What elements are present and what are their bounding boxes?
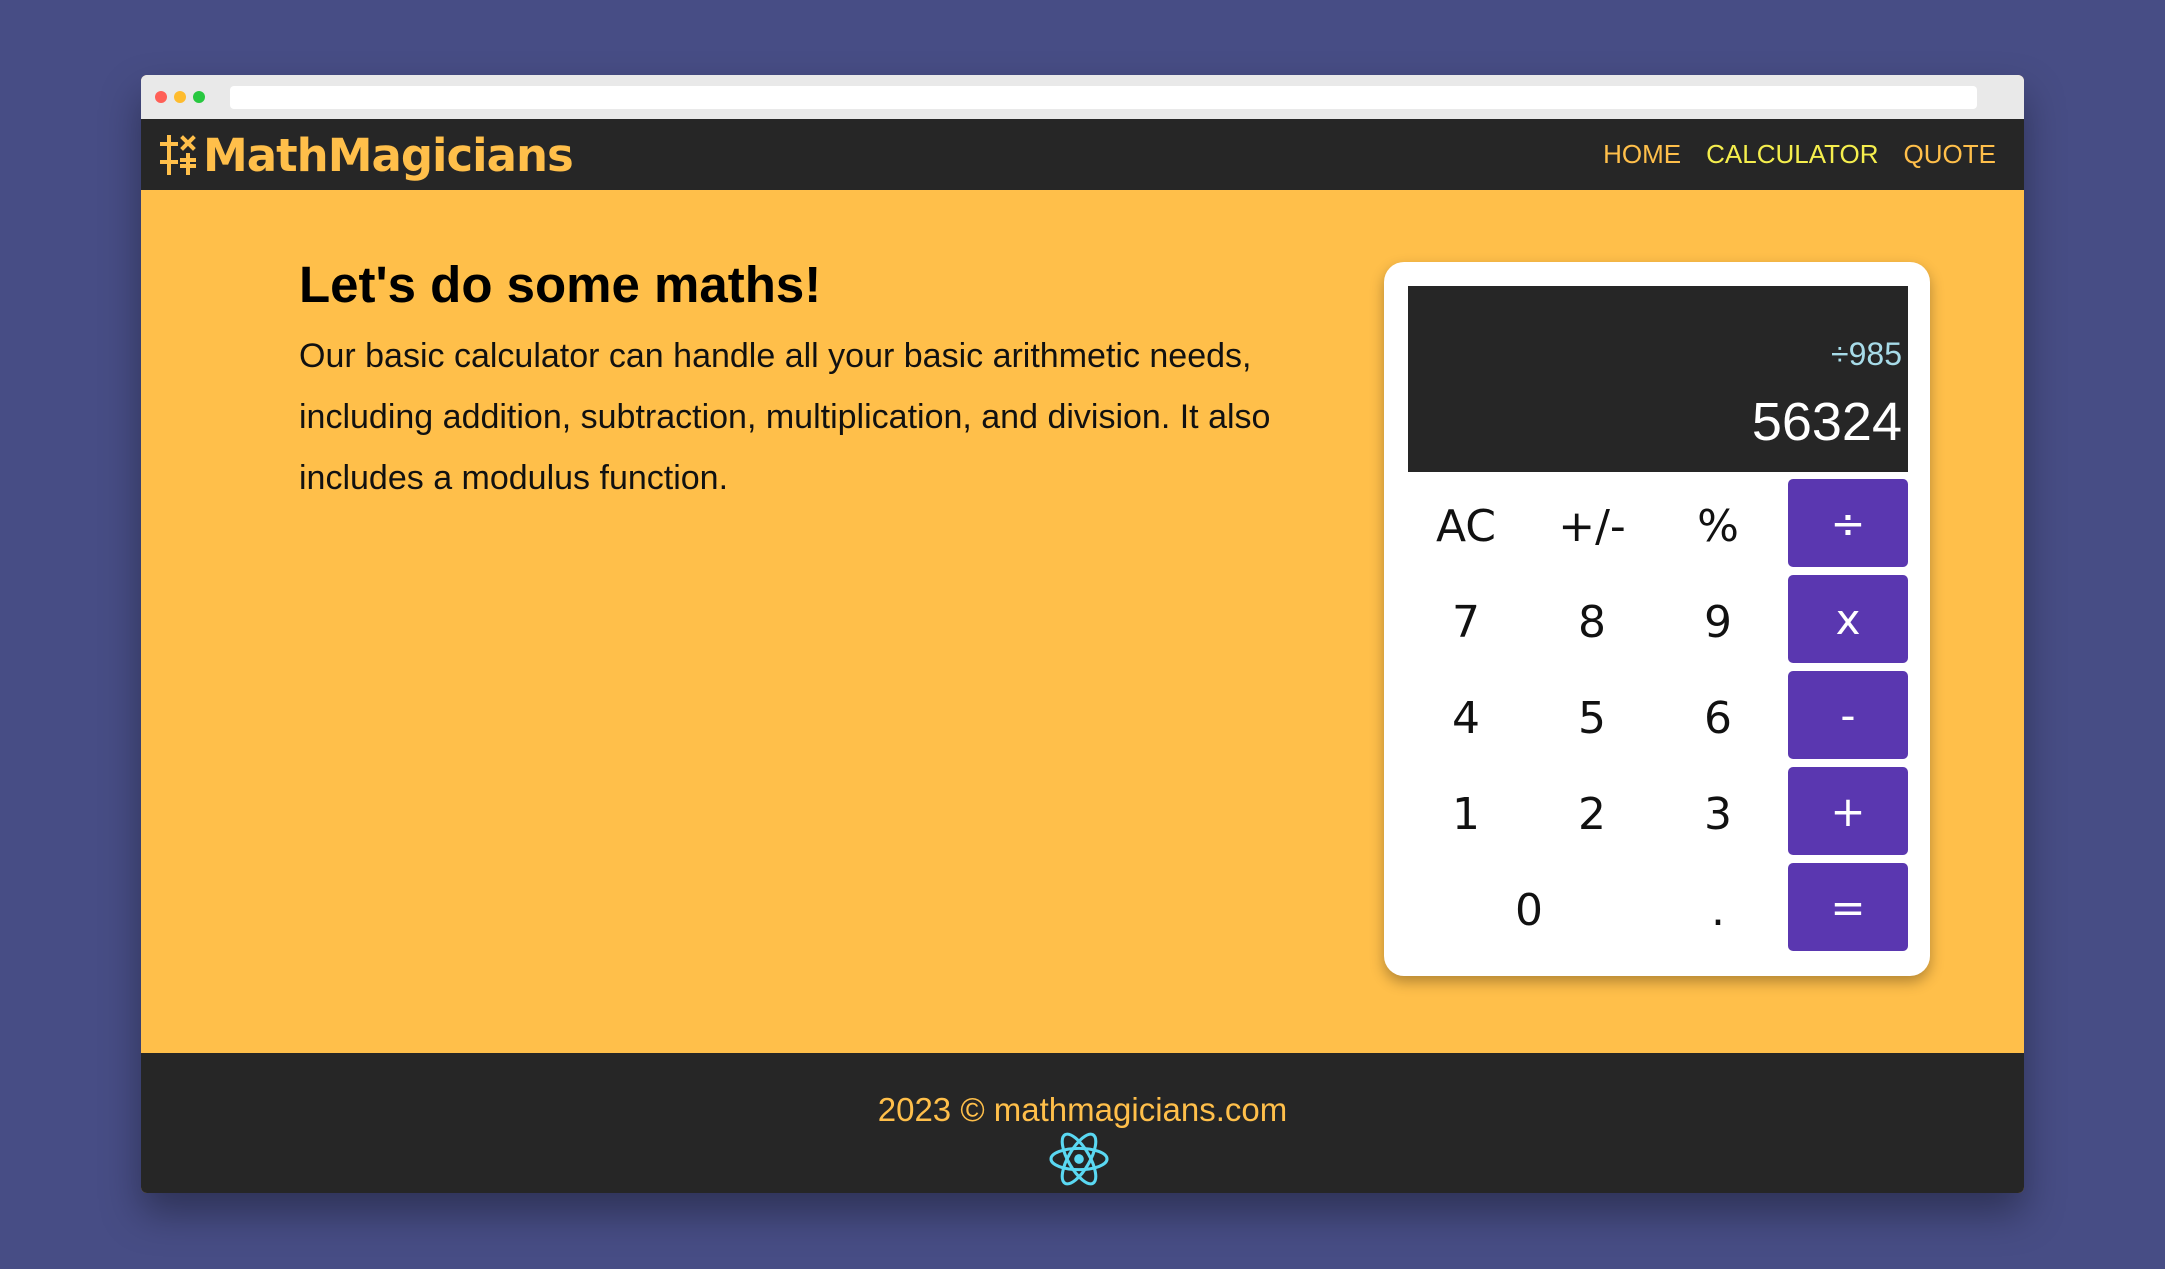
brand-name: MathMagicians (203, 128, 574, 182)
react-icon (1049, 1132, 1109, 1186)
key-4[interactable]: 4 (1406, 674, 1526, 762)
key-1[interactable]: 1 (1406, 770, 1526, 858)
key-9[interactable]: 9 (1658, 578, 1778, 666)
divide-button[interactable]: ÷ (1788, 479, 1908, 567)
address-bar[interactable] (230, 86, 1977, 109)
key-3[interactable]: 3 (1658, 770, 1778, 858)
math-symbols-icon (160, 135, 196, 175)
key-0[interactable]: 0 (1406, 866, 1652, 954)
ac-button[interactable]: AC (1406, 482, 1526, 570)
key-8[interactable]: 8 (1532, 578, 1652, 666)
key-5[interactable]: 5 (1532, 674, 1652, 762)
key-2[interactable]: 2 (1532, 770, 1652, 858)
navbar: MathMagicians HOME CALCULATOR QUOTE (141, 119, 2024, 190)
key-7[interactable]: 7 (1406, 578, 1526, 666)
keypad: AC +/- % ÷ 7 8 9 x 4 5 6 - 1 2 3 + 0 . = (1384, 262, 1930, 976)
subtract-button[interactable]: - (1788, 671, 1908, 759)
nav-quote[interactable]: QUOTE (1904, 139, 1996, 170)
equals-button[interactable]: = (1788, 863, 1908, 951)
nav-calculator[interactable]: CALCULATOR (1706, 139, 1878, 170)
browser-window: MathMagicians HOME CALCULATOR QUOTE Let'… (141, 75, 2024, 1193)
multiply-button[interactable]: x (1788, 575, 1908, 663)
intro-section: Let's do some maths! Our basic calculato… (299, 255, 1309, 509)
sign-toggle-button[interactable]: +/- (1532, 482, 1652, 570)
minimize-window-dot[interactable] (174, 91, 186, 103)
add-button[interactable]: + (1788, 767, 1908, 855)
decimal-button[interactable]: . (1658, 866, 1778, 954)
nav-home[interactable]: HOME (1603, 139, 1681, 170)
logo[interactable]: MathMagicians (159, 127, 574, 183)
footer: 2023 © mathmagicians.com (141, 1053, 2024, 1193)
maximize-window-dot[interactable] (193, 91, 205, 103)
footer-copyright: 2023 © mathmagicians.com (877, 1091, 1288, 1128)
key-6[interactable]: 6 (1658, 674, 1778, 762)
nav-links: HOME CALCULATOR QUOTE (1603, 119, 1996, 190)
page-description: Our basic calculator can handle all your… (299, 337, 1271, 497)
browser-chrome (141, 75, 2024, 119)
calculator: ÷985 56324 AC +/- % ÷ 7 8 9 x 4 5 6 - 1 … (1384, 262, 1930, 976)
page-title: Let's do some maths! (299, 256, 822, 313)
close-window-dot[interactable] (155, 91, 167, 103)
percent-button[interactable]: % (1658, 482, 1778, 570)
